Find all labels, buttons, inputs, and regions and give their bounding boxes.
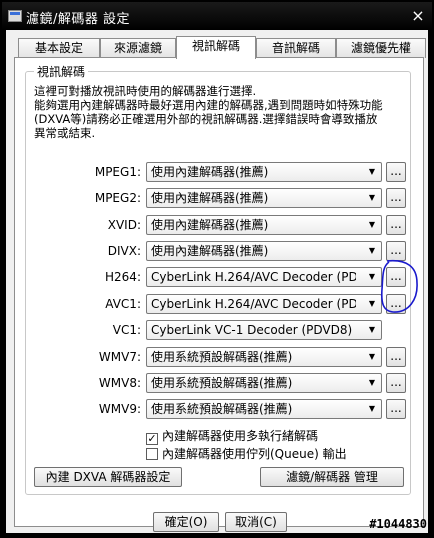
vc1-label: VC1: (112, 323, 141, 337)
divx-decoder-value: 使用內建解碼器(推薦) (151, 244, 269, 258)
wmv7-label: WMV7: (98, 350, 141, 364)
description-line: 這裡可對播放視訊時使用的解碼器進行選擇. (34, 84, 257, 98)
xvid-decoder-value: 使用內建解碼器(推薦) (151, 218, 269, 232)
close-icon[interactable]: × (408, 6, 428, 26)
queue-output-label: 內建解碼器使用佇列(Queue) 輸出 (162, 447, 347, 461)
wmv9-more-button[interactable]: ... (386, 399, 406, 419)
xvid-more-button[interactable]: ... (386, 215, 406, 235)
window-title: 濾鏡/解碼器 設定 (26, 12, 131, 27)
wmv7-decoder-value: 使用系統預設解碼器(推薦) (151, 350, 293, 364)
tab-basic-settings[interactable]: 基本設定 (18, 38, 100, 58)
watermark: #1044830 (369, 517, 427, 531)
ok-button[interactable]: 確定(O) (153, 512, 219, 532)
description-line: 異常或結束. (34, 126, 96, 140)
tab-source-filters[interactable]: 來源濾鏡 (100, 38, 176, 58)
h264-decoder-value: CyberLink H.264/AVC Decoder (PDVD8 (151, 270, 356, 284)
wmv8-decoder-value: 使用系統預設解碼器(推薦) (151, 376, 293, 390)
wmv8-label: WMV8: (98, 376, 141, 390)
wmv8-more-button[interactable]: ... (386, 373, 406, 393)
chevron-down-icon: ▼ (368, 378, 376, 387)
wmv8-decoder-select[interactable]: 使用系統預設解碼器(推薦) ▼ (146, 373, 382, 393)
description-line: 能夠選用內建解碼器時最好選用內建的解碼器,遇到問題時如特殊功能 (34, 98, 383, 112)
wmv7-decoder-select[interactable]: 使用系統預設解碼器(推薦) ▼ (146, 347, 382, 367)
tab-filter-priority[interactable]: 濾鏡優先權 (336, 38, 426, 58)
tab-audio-decoding[interactable]: 音訊解碼 (256, 38, 336, 58)
mpeg1-label: MPEG1: (94, 165, 141, 179)
avc1-decoder-select[interactable]: CyberLink H.264/AVC Decoder (PDVD8 ▼ (146, 294, 382, 314)
vc1-decoder-value: CyberLink VC-1 Decoder (PDVD8) (151, 323, 353, 337)
divx-more-button[interactable]: ... (386, 241, 406, 261)
multithread-checkbox[interactable]: ✓ (146, 433, 158, 445)
h264-decoder-select[interactable]: CyberLink H.264/AVC Decoder (PDVD8 ▼ (146, 267, 382, 287)
mpeg2-label: MPEG2: (94, 191, 141, 205)
chevron-down-icon: ▼ (368, 220, 376, 229)
queue-output-checkbox[interactable] (146, 448, 158, 460)
chevron-down-icon: ▼ (368, 167, 376, 176)
wmv9-decoder-select[interactable]: 使用系統預設解碼器(推薦) ▼ (146, 399, 382, 419)
mpeg1-more-button[interactable]: ... (386, 162, 406, 182)
multithread-decoding-option[interactable]: ✓ 內建解碼器使用多執行緒解碼 (146, 427, 318, 445)
description-line: (DXVA等)請務必正確選用外部的視訊解碼器.選擇錯誤時會導致播放 (34, 112, 378, 126)
group-title: 視訊解碼 (34, 63, 89, 80)
chevron-down-icon: ▼ (368, 246, 376, 255)
h264-label: H264: (105, 270, 141, 284)
cancel-button[interactable]: 取消(C) (225, 512, 287, 532)
mpeg1-decoder-value: 使用內建解碼器(推薦) (151, 165, 269, 179)
mpeg2-decoder-select[interactable]: 使用內建解碼器(推薦) ▼ (146, 188, 382, 208)
chevron-down-icon: ▼ (368, 193, 376, 202)
wmv9-decoder-value: 使用系統預設解碼器(推薦) (151, 402, 293, 416)
tab-strip: 基本設定 來源濾鏡 視訊解碼 音訊解碼 濾鏡優先權 (18, 36, 426, 59)
queue-output-option[interactable]: 內建解碼器使用佇列(Queue) 輸出 (146, 445, 347, 462)
settings-dialog: 濾鏡/解碼器 設定 × 基本設定 來源濾鏡 視訊解碼 音訊解碼 濾鏡優先權 視訊… (0, 0, 434, 538)
mpeg2-decoder-value: 使用內建解碼器(推薦) (151, 191, 269, 205)
vc1-decoder-select[interactable]: CyberLink VC-1 Decoder (PDVD8) ▼ (146, 320, 382, 340)
mpeg2-more-button[interactable]: ... (386, 188, 406, 208)
filter-decoder-manage-button[interactable]: 濾鏡/解碼器 管理 (260, 467, 404, 487)
xvid-decoder-select[interactable]: 使用內建解碼器(推薦) ▼ (146, 215, 382, 235)
wmv7-more-button[interactable]: ... (386, 347, 406, 367)
app-icon (8, 10, 22, 22)
chevron-down-icon: ▼ (368, 352, 376, 361)
handwritten-circle-annotation (380, 259, 418, 313)
dxva-decoder-settings-button[interactable]: 內建 DXVA 解碼器設定 (34, 467, 182, 487)
description: 這裡可對播放視訊時使用的解碼器進行選擇. 能夠選用內建解碼器時最好選用內建的解碼… (34, 84, 410, 140)
xvid-label: XVID: (107, 218, 141, 232)
tab-video-decoding[interactable]: 視訊解碼 (176, 36, 256, 59)
chevron-down-icon: ▼ (368, 404, 376, 413)
multithread-label: 內建解碼器使用多執行緒解碼 (162, 429, 319, 443)
mpeg1-decoder-select[interactable]: 使用內建解碼器(推薦) ▼ (146, 162, 382, 182)
chevron-down-icon: ▼ (368, 325, 376, 334)
avc1-decoder-value: CyberLink H.264/AVC Decoder (PDVD8 (151, 297, 356, 311)
wmv9-label: WMV9: (98, 402, 141, 416)
divx-decoder-select[interactable]: 使用內建解碼器(推薦) ▼ (146, 241, 382, 261)
title-bar[interactable]: 濾鏡/解碼器 設定 × (2, 2, 432, 30)
divx-label: DIVX: (107, 244, 141, 258)
avc1-label: AVC1: (105, 297, 141, 311)
